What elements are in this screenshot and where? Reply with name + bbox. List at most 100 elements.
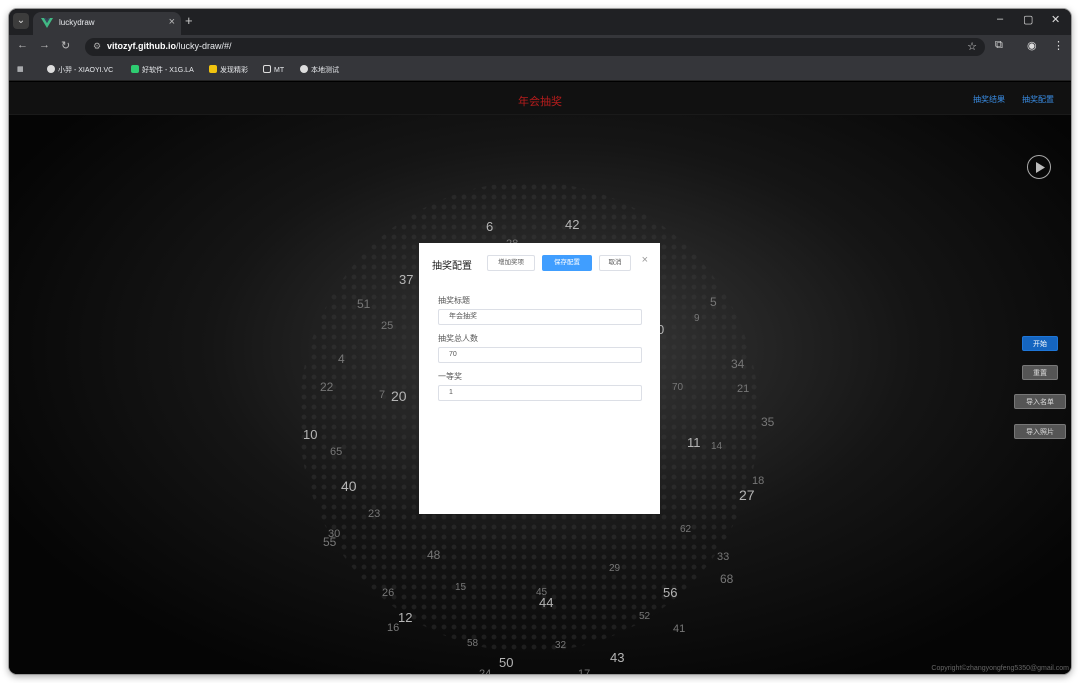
lottery-number: 17 <box>578 668 591 674</box>
app-icon <box>131 65 139 73</box>
import-names-button[interactable]: 导入名单 <box>1014 394 1066 409</box>
lottery-number: 14 <box>711 441 723 452</box>
lottery-number: 68 <box>720 572 734 586</box>
browser-tab[interactable]: luckydraw × <box>33 12 181 35</box>
lottery-number: 70 <box>672 382 684 393</box>
lottery-number: 18 <box>752 475 765 487</box>
new-tab-icon[interactable]: + <box>185 13 193 28</box>
play-music-button[interactable] <box>1027 155 1051 179</box>
vue-logo-icon <box>41 18 53 28</box>
total-people-label: 抽奖总人数 <box>438 334 478 343</box>
lottery-number: 48 <box>427 548 441 562</box>
lottery-number: 65 <box>330 446 343 458</box>
lottery-number: 22 <box>320 380 334 394</box>
cancel-button[interactable]: 取消 <box>599 255 631 271</box>
bookmarks-bar: ▦ 小羿 - XIAOYI.VC 好软件 - X1G.LA 发现精彩 MT 本地… <box>9 59 1071 81</box>
lottery-number: 21 <box>737 383 750 395</box>
lottery-number: 62 <box>680 524 692 535</box>
dialog-title: 抽奖配置 <box>432 261 472 272</box>
lottery-number: 12 <box>398 610 413 625</box>
profile-avatar-icon[interactable]: ◉ <box>1027 39 1037 52</box>
import-photos-button[interactable]: 导入照片 <box>1014 424 1066 439</box>
title-input[interactable]: 年会抽奖 <box>438 309 642 325</box>
lottery-number: 9 <box>694 313 700 324</box>
reset-button[interactable]: 重置 <box>1022 365 1058 380</box>
bookmark-item[interactable]: 好软件 - X1G.LA <box>131 65 194 75</box>
lottery-number: 35 <box>761 415 775 429</box>
tab-search-icon[interactable]: ⌄ <box>13 13 29 29</box>
first-prize-label: 一等奖 <box>438 372 462 381</box>
lottery-number: 32 <box>555 640 567 651</box>
lottery-number: 42 <box>565 217 580 232</box>
app-header: 年会抽奖 抽奖结果 抽奖配置 <box>9 82 1071 115</box>
lottery-number: 50 <box>499 655 514 670</box>
browser-toolbar: ← → ↻ ⚙ vitozyf.github.io/lucky-draw/#/ … <box>9 35 1071 59</box>
lottery-number: 16 <box>387 622 400 634</box>
lottery-number: 55 <box>323 535 337 549</box>
lucky-draw-app: 年会抽奖 抽奖结果 抽奖配置 6422853644713393751592504… <box>9 82 1071 674</box>
bookmark-item[interactable]: 小羿 - XIAOYI.VC <box>47 65 113 75</box>
copyright-text: Copyright©zhangyongfeng5350@gmail.com <box>931 665 1069 672</box>
lottery-number: 51 <box>357 297 371 311</box>
config-link[interactable]: 抽奖配置 <box>1022 94 1054 105</box>
first-prize-input[interactable]: 1 <box>438 385 642 401</box>
maximize-icon[interactable]: ▢ <box>1023 13 1033 26</box>
close-icon[interactable]: × <box>642 254 648 266</box>
bookmark-item[interactable]: 本地测试 <box>300 65 339 75</box>
forward-icon[interactable]: → <box>39 39 50 51</box>
lottery-number: 33 <box>717 551 730 563</box>
lottery-number: 52 <box>639 611 651 622</box>
back-icon[interactable]: ← <box>17 39 28 51</box>
page-title: 年会抽奖 <box>518 96 562 108</box>
lottery-number: 27 <box>739 487 755 503</box>
close-icon[interactable]: × <box>169 16 175 28</box>
browser-window: ⌄ luckydraw × + – ▢ ✕ ← → ↻ ⚙ vitozyf.gi… <box>9 9 1071 674</box>
config-dialog: 抽奖配置 增加奖项 保存配置 取消 × 抽奖标题 年会抽奖 抽奖总人数 70 一… <box>419 243 660 514</box>
lottery-number: 5 <box>710 295 717 309</box>
bookmark-item[interactable]: 发现精彩 <box>209 65 248 75</box>
lottery-number: 44 <box>539 595 554 610</box>
lottery-number: 34 <box>731 357 745 371</box>
lottery-number: 11 <box>687 435 701 450</box>
address-bar[interactable]: ⚙ vitozyf.github.io/lucky-draw/#/ ☆ <box>85 38 985 56</box>
bookmark-star-icon[interactable]: ☆ <box>967 40 977 53</box>
lottery-number: 58 <box>467 638 479 649</box>
results-link[interactable]: 抽奖结果 <box>973 94 1005 105</box>
window-close-icon[interactable]: ✕ <box>1051 13 1060 26</box>
lottery-number: 26 <box>382 587 395 599</box>
total-people-input[interactable]: 70 <box>438 347 642 363</box>
title-field-label: 抽奖标题 <box>438 296 470 305</box>
menu-icon[interactable]: ⋮ <box>1053 39 1064 52</box>
start-button[interactable]: 开始 <box>1022 336 1058 351</box>
folder-icon <box>263 65 271 73</box>
lottery-number: 29 <box>609 563 621 574</box>
lottery-number: 6 <box>486 219 494 234</box>
lottery-number: 56 <box>663 585 678 600</box>
lottery-number: 15 <box>455 582 467 593</box>
add-prize-button[interactable]: 增加奖项 <box>487 255 535 271</box>
tab-strip: ⌄ luckydraw × + – ▢ ✕ <box>9 9 1071 35</box>
lottery-number: 20 <box>391 388 407 404</box>
spark-icon <box>209 65 217 73</box>
lottery-number: 23 <box>368 508 381 520</box>
bookmark-item[interactable]: MT <box>263 65 284 74</box>
lottery-number: 4 <box>338 352 345 366</box>
apps-grid-icon[interactable]: ▦ <box>17 65 24 73</box>
extensions-icon[interactable]: ⧉ <box>995 39 1003 52</box>
lottery-number: 40 <box>341 478 357 494</box>
lottery-number: 37 <box>399 272 414 287</box>
lottery-number: 25 <box>381 320 394 332</box>
lottery-number: 24 <box>479 668 492 674</box>
url-text: vitozyf.github.io/lucky-draw/#/ <box>107 41 232 51</box>
reload-icon[interactable]: ↻ <box>61 39 70 52</box>
save-config-button[interactable]: 保存配置 <box>542 255 592 271</box>
lottery-number: 10 <box>303 427 318 442</box>
lottery-number: 41 <box>673 623 686 635</box>
lottery-number: 43 <box>610 650 625 665</box>
globe-icon <box>300 65 308 73</box>
tab-title: luckydraw <box>59 18 95 27</box>
lottery-number: 7 <box>379 389 386 401</box>
minimize-icon[interactable]: – <box>997 13 1003 25</box>
play-icon <box>1036 162 1045 173</box>
site-info-icon[interactable]: ⚙ <box>93 41 101 52</box>
